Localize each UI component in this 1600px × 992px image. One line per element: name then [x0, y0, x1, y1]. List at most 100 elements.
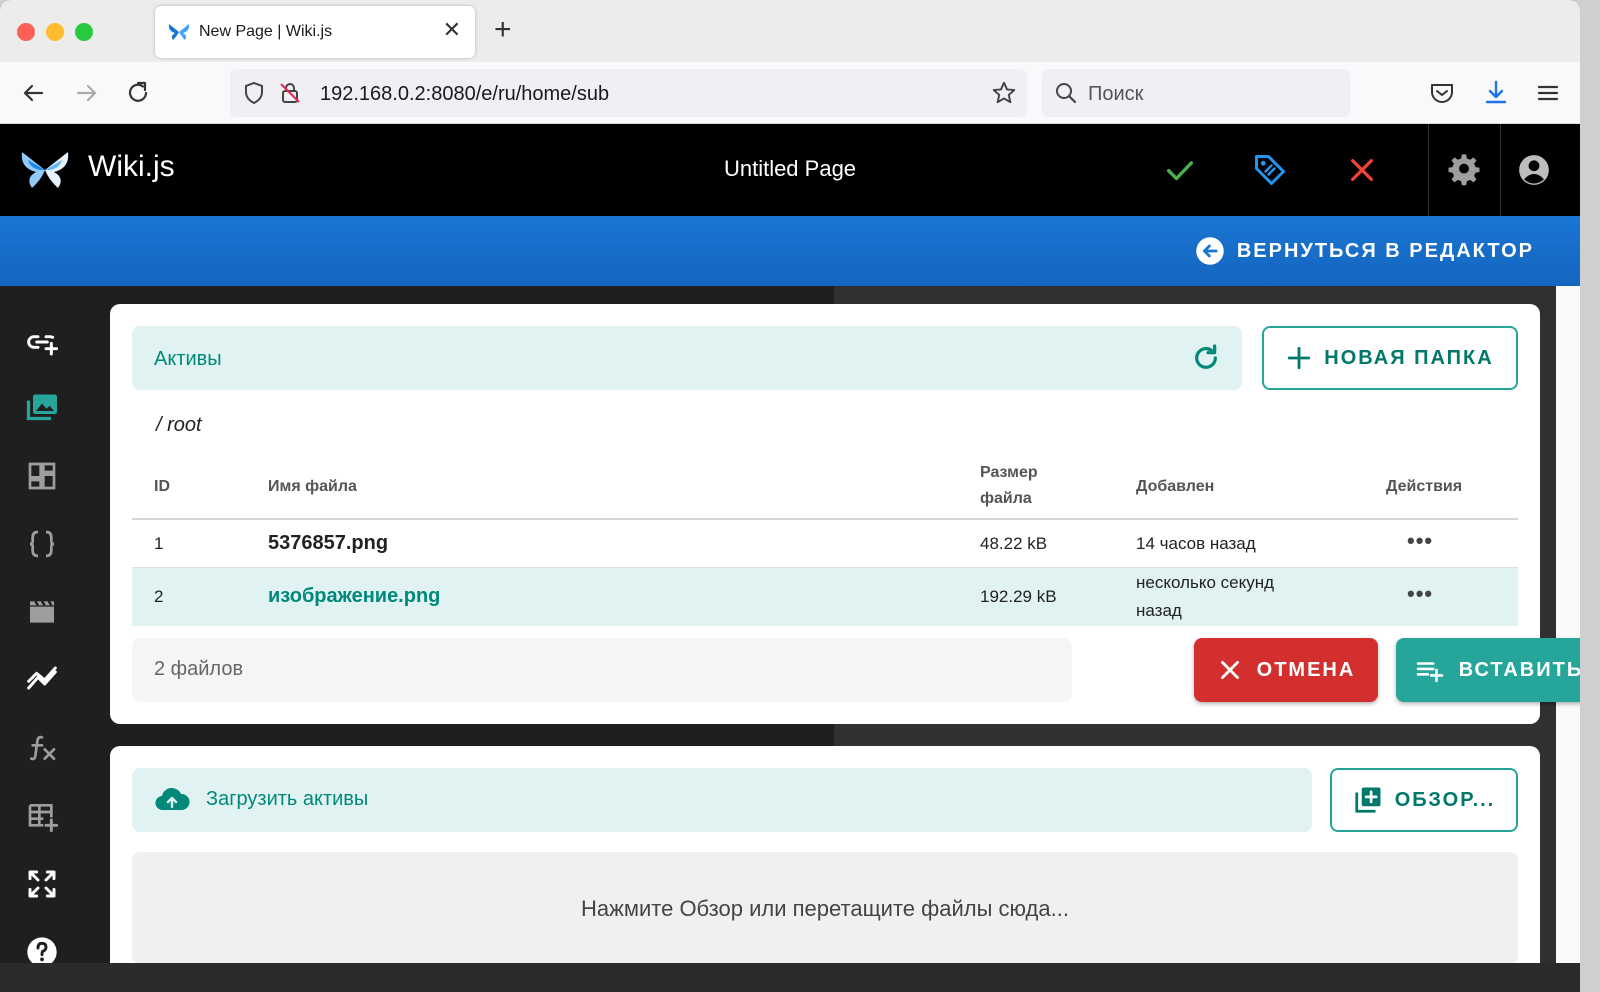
- cancel-button[interactable]: ОТМЕНА: [1194, 638, 1378, 702]
- movie-icon: [30, 600, 54, 623]
- table-row[interactable]: 1 5376857.png 48.22 kB 14 часов назад ••…: [132, 520, 1518, 568]
- back-arrow-icon[interactable]: [20, 79, 48, 107]
- wikijs-favicon-icon: [168, 24, 190, 40]
- assets-card: Активы НОВАЯ ПАПКА / root ID Имя файла Р…: [110, 304, 1580, 724]
- upload-title: Загрузить активы: [206, 788, 369, 810]
- page-title[interactable]: Untitled Page: [660, 156, 920, 182]
- window-bottom-bar: [0, 963, 1580, 992]
- function-variant-icon: [30, 735, 56, 761]
- upload-card: Загрузить активы ОБЗОР... Нажмите Обзор …: [110, 746, 1540, 992]
- pocket-icon[interactable]: [1428, 79, 1456, 107]
- search-icon: [1056, 83, 1077, 104]
- back-to-editor-label: ВЕРНУТЬСЯ В РЕДАКТОР: [1236, 239, 1534, 262]
- close-icon: [1220, 661, 1239, 679]
- browser-tab[interactable]: New Page | Wiki.js ✕: [155, 6, 475, 58]
- row-id: 1: [154, 534, 164, 553]
- cloud-upload-icon: [155, 787, 190, 811]
- account-button[interactable]: [1510, 146, 1558, 194]
- dropzone-text: Нажмите Обзор или перетащите файлы сюда.…: [581, 896, 1069, 921]
- insert-button[interactable]: ВСТАВИТЬ: [1396, 638, 1580, 702]
- header-divider: [1500, 124, 1501, 216]
- browser-window: New Page | Wiki.js ✕ + 192.168.0.2:8080/…: [0, 0, 1580, 992]
- tab-close-icon[interactable]: ✕: [443, 18, 461, 42]
- row-size: 192.29 kB: [980, 587, 1057, 606]
- insecure-lock-icon[interactable]: [278, 81, 302, 105]
- bookmark-star-icon[interactable]: [991, 80, 1017, 106]
- row-actions-icon[interactable]: •••: [1407, 581, 1433, 607]
- tab-title: New Page | Wiki.js: [199, 23, 333, 40]
- column-header-filename[interactable]: Имя файла: [268, 474, 357, 500]
- shield-icon[interactable]: [242, 81, 266, 105]
- assets-title: Активы: [154, 348, 222, 370]
- column-header-size[interactable]: Размер файла: [980, 460, 1060, 512]
- search-placeholder: Поиск: [1088, 83, 1144, 105]
- downloads-icon[interactable]: [1482, 79, 1510, 107]
- column-header-added[interactable]: Добавлен: [1136, 474, 1214, 500]
- url-bar[interactable]: 192.168.0.2:8080/e/ru/home/sub: [230, 69, 1027, 117]
- save-button[interactable]: [1156, 146, 1204, 194]
- insert-chart-button[interactable]: [24, 662, 60, 698]
- tag-icon: [1255, 155, 1285, 185]
- insert-video-button[interactable]: [24, 594, 60, 630]
- back-to-editor-button[interactable]: ВЕРНУТЬСЯ В РЕДАКТОР: [1195, 236, 1534, 266]
- insert-code-block-button[interactable]: [24, 526, 60, 562]
- plus-icon: [1288, 346, 1311, 370]
- insert-table-button[interactable]: [24, 798, 60, 834]
- insert-diagram-button[interactable]: [24, 458, 60, 494]
- search-bar[interactable]: Поиск: [1042, 69, 1350, 117]
- page-properties-button[interactable]: [1246, 146, 1294, 194]
- table-header: ID Имя файла Размер файла Добавлен Дейст…: [132, 454, 1518, 520]
- discard-button[interactable]: [1338, 146, 1386, 194]
- row-added: несколько секунд назад: [1136, 573, 1275, 620]
- row-size: 48.22 kB: [980, 534, 1048, 553]
- file-count-bar: 2 файлов: [132, 638, 1072, 702]
- column-header-id[interactable]: ID: [154, 474, 170, 500]
- browse-label: ОБЗОР...: [1394, 788, 1496, 811]
- browser-navbar: 192.168.0.2:8080/e/ru/home/sub Поиск: [0, 62, 1580, 124]
- row-filename: изображение.png: [268, 585, 441, 607]
- insert-link-button[interactable]: [24, 324, 60, 360]
- chart-line-icon: [27, 666, 57, 690]
- row-actions-icon[interactable]: •••: [1407, 528, 1433, 554]
- forward-arrow-icon[interactable]: [72, 79, 100, 107]
- maximize-window-button[interactable]: [75, 23, 93, 41]
- wikijs-logo-icon[interactable]: [20, 146, 70, 192]
- folder-path: / root: [156, 414, 202, 436]
- close-window-button[interactable]: [17, 23, 35, 41]
- image-multiple-icon: [26, 394, 57, 421]
- wiki-header: Wiki.js Untitled Page: [0, 124, 1580, 216]
- cancel-label: ОТМЕНА: [1256, 658, 1356, 681]
- settings-button[interactable]: [1440, 146, 1488, 194]
- check-icon: [1166, 161, 1194, 181]
- insert-assets-button[interactable]: [24, 390, 60, 426]
- arrow-left-circle-icon: [1196, 237, 1224, 265]
- browse-button[interactable]: ОБЗОР...: [1330, 768, 1518, 832]
- plus-box-multiple-icon: [1355, 787, 1381, 813]
- table-plus-icon: [28, 804, 58, 832]
- new-folder-button[interactable]: НОВАЯ ПАПКА: [1262, 326, 1518, 390]
- browser-tabbar: New Page | Wiki.js ✕ +: [0, 0, 1580, 62]
- table-row-selected[interactable]: 2 изображение.png 192.29 kB несколько се…: [132, 568, 1518, 626]
- upload-toolbar: Загрузить активы: [132, 768, 1312, 832]
- insert-math-button[interactable]: [24, 730, 60, 766]
- menu-hamburger-icon[interactable]: [1534, 79, 1562, 107]
- assets-table: ID Имя файла Размер файла Добавлен Дейст…: [132, 454, 1518, 626]
- brand-title[interactable]: Wiki.js: [88, 150, 175, 184]
- dashboard-icon: [28, 462, 56, 490]
- gear-icon: [1448, 154, 1480, 186]
- code-braces-icon: [29, 530, 55, 558]
- new-folder-label: НОВАЯ ПАПКА: [1324, 346, 1494, 369]
- toggle-fullscreen-button[interactable]: [24, 866, 60, 902]
- refresh-icon[interactable]: [1190, 342, 1222, 374]
- minimize-window-button[interactable]: [46, 23, 64, 41]
- column-header-actions: Действия: [1386, 478, 1463, 495]
- link-plus-icon: [27, 335, 58, 356]
- reload-icon[interactable]: [124, 79, 152, 107]
- new-tab-button[interactable]: +: [494, 14, 512, 46]
- arrow-expand-all-icon: [28, 870, 56, 898]
- row-added: 14 часов назад: [1136, 534, 1256, 553]
- header-divider: [1428, 124, 1429, 216]
- upload-dropzone[interactable]: Нажмите Обзор или перетащите файлы сюда.…: [132, 852, 1518, 964]
- close-icon: [1351, 159, 1373, 181]
- file-count: 2 файлов: [154, 658, 244, 680]
